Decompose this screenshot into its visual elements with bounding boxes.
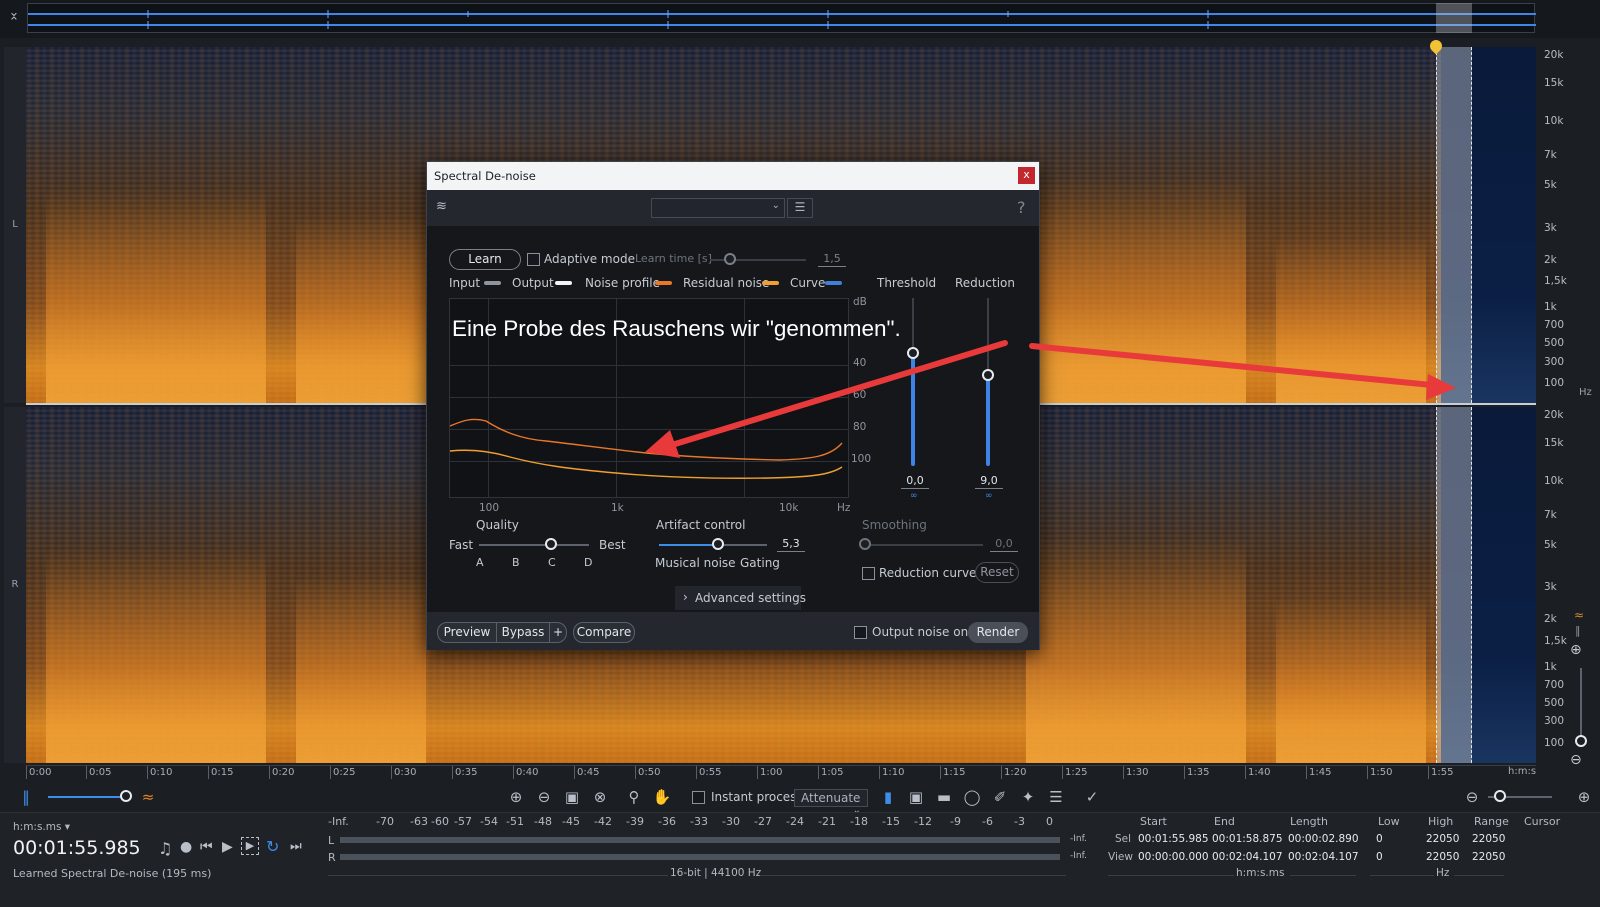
annotation-arrows bbox=[645, 340, 1456, 458]
annotation-arrow-graph bbox=[659, 340, 1008, 451]
annotation-arrow-graph-head bbox=[645, 430, 680, 458]
annotation-arrow-selection bbox=[1029, 343, 1435, 388]
annotation-arrow-selection-head bbox=[1426, 374, 1456, 400]
